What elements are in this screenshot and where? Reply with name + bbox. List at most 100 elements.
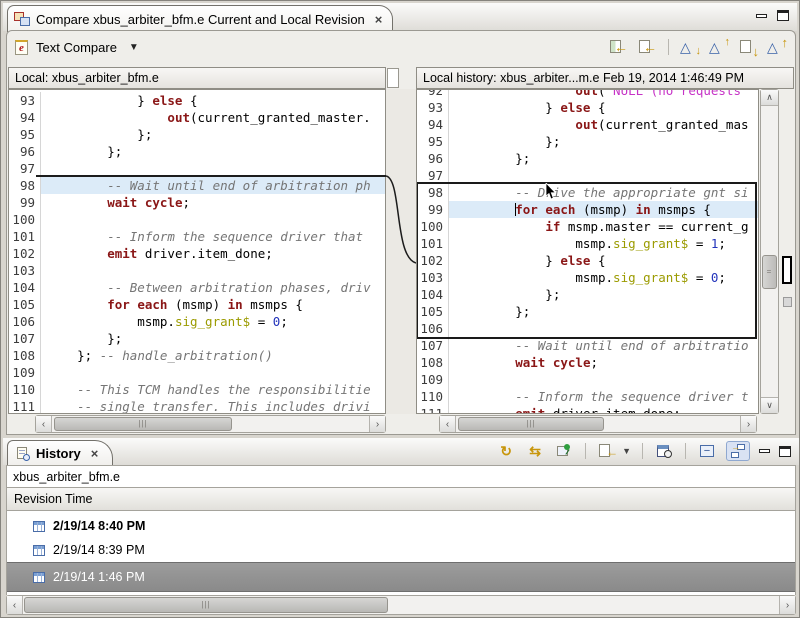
code-line-92[interactable]: 92 out("NULL (no requests [417, 89, 758, 99]
code-text: }; [41, 143, 385, 160]
diff-marker[interactable] [783, 297, 792, 307]
code-line-101[interactable]: 101 msmp.sig_grant$ = 1; [417, 235, 758, 252]
scroll-up-icon[interactable]: ∧ [761, 90, 778, 106]
maximize-icon[interactable] [777, 10, 789, 21]
close-icon[interactable]: × [375, 12, 383, 27]
revision-row[interactable]: 2/19/14 8:39 PM [7, 538, 795, 562]
code-line-94[interactable]: 94 out(current_granted_mas [417, 116, 758, 133]
previous-change-icon[interactable]: △↑ [767, 38, 787, 56]
vertical-scrollbar-thumb[interactable]: = [762, 255, 777, 289]
code-line-93[interactable]: 93 } else { [9, 92, 385, 109]
left-pane-horizontal-scrollbar[interactable]: ‹ ||| › [35, 415, 386, 433]
copy-current-change-right-to-left-icon[interactable]: ← [637, 38, 657, 56]
scroll-down-icon[interactable]: ∨ [761, 397, 778, 413]
code-line-110[interactable]: 110 -- This TCM handles the responsibili… [9, 381, 385, 398]
maximize-icon[interactable] [779, 446, 791, 457]
code-line-111[interactable]: 111 -- single transfer. This includes dr… [9, 398, 385, 414]
code-line-99[interactable]: 99 for each (msmp) in msmps { [417, 201, 758, 218]
code-text: }; [449, 286, 758, 303]
compare-editor-tab-bar: Compare xbus_arbiter_bfm.e Current and L… [3, 3, 797, 31]
code-line-100[interactable]: 100 if msmp.master == current_g [417, 218, 758, 235]
code-line-101[interactable]: 101 -- Inform the sequence driver that [9, 228, 385, 245]
horizontal-scrollbar-thumb[interactable]: ||| [24, 597, 388, 613]
code-line-111[interactable]: 111 emit driver.item_done; [417, 405, 758, 414]
next-difference-icon[interactable]: △↓ [680, 38, 700, 56]
code-line-94[interactable]: 94 out(current_granted_master. [9, 109, 385, 126]
code-line-103[interactable]: 103 [9, 262, 385, 279]
diff-overview-ruler[interactable] [780, 89, 796, 414]
code-line-98[interactable]: 98 -- Drive the appropriate gnt si [417, 184, 758, 201]
code-line-106[interactable]: 106 [417, 320, 758, 337]
right-compare-pane[interactable]: 92 out("NULL (no requests93 } else {94 o… [416, 89, 759, 414]
revision-row[interactable]: 2/19/14 8:40 PM [7, 514, 795, 538]
minimize-icon[interactable] [756, 14, 767, 18]
code-line-109[interactable]: 109 [9, 364, 385, 381]
code-line-93[interactable]: 93 } else { [417, 99, 758, 116]
horizontal-scrollbar-thumb[interactable]: ||| [458, 417, 604, 431]
code-line-102[interactable]: 102 emit driver.item_done; [9, 245, 385, 262]
scroll-left-icon[interactable]: ‹ [36, 416, 52, 432]
scrollbar-track[interactable]: ||| [52, 416, 369, 432]
code-line-105[interactable]: 105 }; [417, 303, 758, 320]
scroll-right-icon[interactable]: › [779, 596, 795, 614]
line-number: 110 [9, 381, 41, 398]
code-line-104[interactable]: 104 -- Between arbitration phases, driv [9, 279, 385, 296]
vertical-layout-toggle-icon[interactable]: → [726, 441, 750, 461]
scroll-left-icon[interactable]: ‹ [7, 596, 23, 614]
line-number: 104 [9, 279, 41, 296]
minimize-icon[interactable] [759, 449, 770, 453]
code-line-103[interactable]: 103 msmp.sig_grant$ = 0; [417, 269, 758, 286]
code-line-107[interactable]: 107 -- Wait until end of arbitratio [417, 337, 758, 354]
right-pane-horizontal-scrollbar[interactable]: ‹ ||| › [439, 415, 757, 433]
pin-view-icon[interactable] [554, 442, 574, 460]
tab-compare-editor[interactable]: Compare xbus_arbiter_bfm.e Current and L… [7, 5, 393, 32]
tab-history[interactable]: History × [7, 440, 113, 466]
previous-difference-icon[interactable]: △↑ [709, 38, 729, 56]
line-number: 102 [9, 245, 41, 262]
history-horizontal-scrollbar[interactable]: ‹ ||| › [6, 595, 796, 615]
code-line-104[interactable]: 104 }; [417, 286, 758, 303]
line-number: 93 [9, 92, 41, 109]
scrollbar-track[interactable]: ||| [456, 416, 740, 432]
code-line-98[interactable]: 98 -- Wait until end of arbitration ph [9, 177, 385, 194]
code-line-99[interactable]: 99 wait cycle; [9, 194, 385, 211]
right-pane-vertical-scrollbar[interactable]: ∧ = ∨ [760, 89, 779, 414]
code-line-109[interactable]: 109 [417, 371, 758, 388]
scrollbar-track[interactable]: ||| [23, 596, 779, 614]
current-diff-marker[interactable] [782, 256, 792, 284]
close-icon[interactable]: × [91, 446, 99, 461]
revision-row[interactable]: 2/19/14 1:46 PM [7, 562, 795, 592]
copy-all-right-to-left-icon[interactable]: ← [608, 38, 628, 56]
link-with-editor-icon[interactable]: ⇆ [525, 442, 545, 460]
left-compare-pane[interactable]: 93 } else {94 out(current_granted_master… [8, 89, 386, 414]
time-filter-icon[interactable] [654, 442, 674, 460]
code-line-110[interactable]: 110 -- Inform the sequence driver t [417, 388, 758, 405]
code-line-102[interactable]: 102 } else { [417, 252, 758, 269]
scroll-right-icon[interactable]: › [740, 416, 756, 432]
next-change-icon[interactable]: ↓ [738, 38, 758, 56]
code-line-107[interactable]: 107 }; [9, 330, 385, 347]
scroll-left-icon[interactable]: ‹ [440, 416, 456, 432]
code-line-108[interactable]: 108 }; -- handle_arbitration() [9, 347, 385, 364]
code-line-105[interactable]: 105 for each (msmp) in msmps { [9, 296, 385, 313]
code-line-97[interactable]: 97 [417, 167, 758, 184]
collapse-all-icon[interactable]: − [697, 442, 717, 460]
code-line-96[interactable]: 96 }; [9, 143, 385, 160]
code-line-108[interactable]: 108 wait cycle; [417, 354, 758, 371]
history-file-name: xbus_arbiter_bfm.e [6, 465, 796, 487]
scroll-right-icon[interactable]: › [369, 416, 385, 432]
code-line-95[interactable]: 95 }; [9, 126, 385, 143]
code-text: emit driver.item_done; [449, 405, 758, 414]
code-line-95[interactable]: 95 }; [417, 133, 758, 150]
revision-time-column-header[interactable]: Revision Time [6, 487, 796, 511]
code-line-100[interactable]: 100 [9, 211, 385, 228]
chevron-down-icon[interactable]: ▼ [622, 446, 631, 456]
horizontal-scrollbar-thumb[interactable]: ||| [54, 417, 232, 431]
view-mode-dropdown-icon[interactable]: ▼ [129, 42, 139, 53]
compare-mode-icon[interactable]: ← [597, 442, 617, 460]
line-number: 100 [417, 218, 449, 235]
code-line-106[interactable]: 106 msmp.sig_grant$ = 0; [9, 313, 385, 330]
refresh-icon[interactable]: ↻ [496, 442, 516, 460]
compare-tab-title: Compare xbus_arbiter_bfm.e Current and L… [36, 12, 365, 27]
code-line-96[interactable]: 96 }; [417, 150, 758, 167]
